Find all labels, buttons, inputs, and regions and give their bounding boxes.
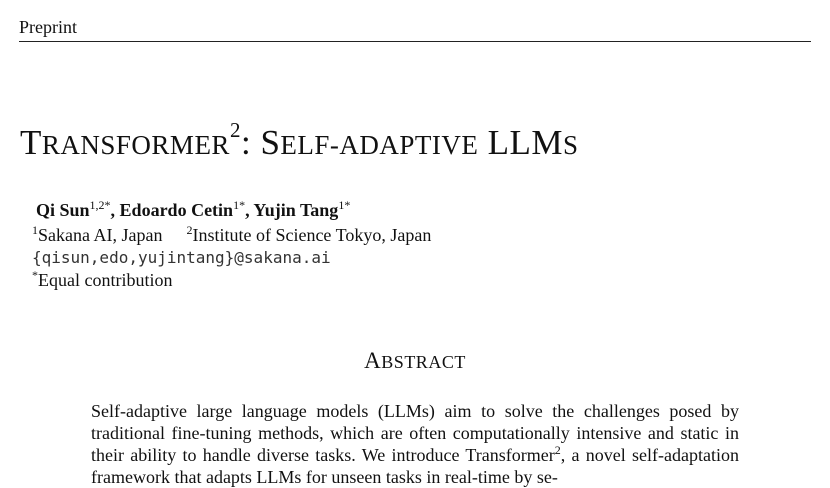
equal-contribution-note: *Equal contribution xyxy=(32,268,172,292)
title-llm-s: S xyxy=(563,130,579,160)
author-list: Qi Sun1,2*, Edoardo Cetin1*, Yujin Tang1… xyxy=(36,198,350,222)
affiliations: 1Sakana AI, Japan 2Institute of Science T… xyxy=(32,223,431,247)
title-colon: : xyxy=(240,123,252,162)
author-affil-mark: 1,2* xyxy=(89,198,111,212)
header-label: Preprint xyxy=(19,17,77,37)
author-name: Qi Sun xyxy=(36,200,90,220)
author-separator: , xyxy=(110,200,120,220)
title-llm: LLM xyxy=(487,123,564,162)
author-name: Edoardo Cetin xyxy=(119,200,234,220)
author-affil-mark: 1* xyxy=(233,198,246,212)
abstract-body: Self-adaptive large language models (LLM… xyxy=(91,400,739,488)
note-text: Equal contribution xyxy=(38,270,173,290)
title-initial-t: T xyxy=(20,123,42,162)
title-superscript: 2 xyxy=(229,118,241,143)
running-header: Preprint xyxy=(19,16,811,42)
abstract-heading-rest: BSTRACT xyxy=(381,352,466,372)
author-name: Yujin Tang xyxy=(253,200,339,220)
abstract-paragraph: Self-adaptive large language models (LLM… xyxy=(91,400,739,488)
author-affil-mark: 1* xyxy=(338,198,351,212)
affiliation-text: Institute of Science Tokyo, Japan xyxy=(192,225,432,245)
abstract-heading: ABSTRACT xyxy=(0,347,830,376)
paper-title: TRANSFORMER2: SELF-ADAPTIVE LLMS xyxy=(20,118,579,167)
title-transformer-rest: RANSFORMER xyxy=(41,130,230,160)
abstract-heading-initial: A xyxy=(364,348,382,373)
title-self-adaptive-rest: ELF-ADAPTIVE xyxy=(280,130,479,160)
title-initial-s: S xyxy=(260,123,281,162)
affiliation-text: Sakana AI, Japan xyxy=(38,225,163,245)
author-emails: {qisun,edo,yujintang}@sakana.ai xyxy=(32,248,331,267)
